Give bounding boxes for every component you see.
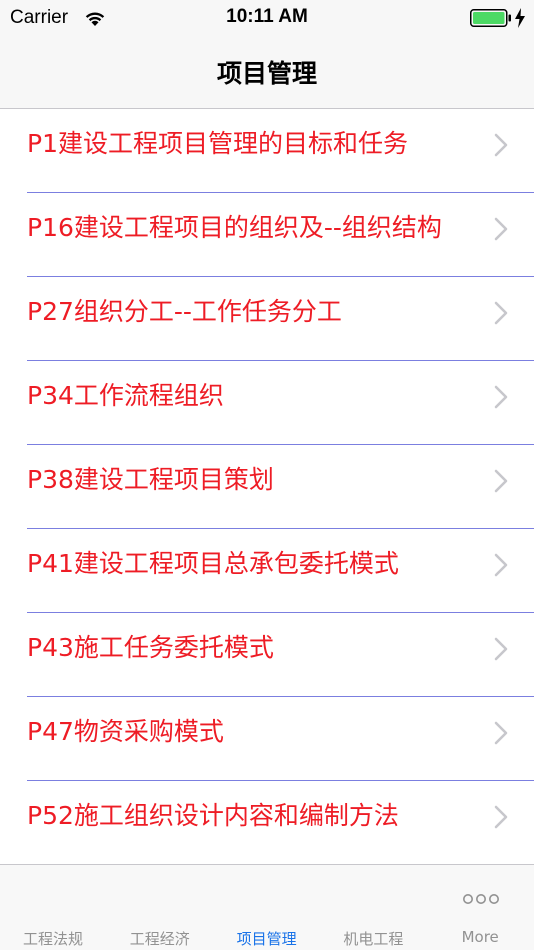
list-item[interactable]: P34工作流程组织 bbox=[27, 361, 534, 445]
tab-1[interactable]: 工程经济 bbox=[107, 865, 213, 950]
list-item-title: P47物资采购模式 bbox=[27, 717, 224, 746]
page-title: 项目管理 bbox=[216, 59, 317, 88]
list-item[interactable]: P43施工任务委托模式 bbox=[27, 613, 534, 697]
list-item[interactable]: P52施工组织设计内容和编制方法 bbox=[27, 781, 534, 864]
tab-bar: 工程法规 工程经济 项目管理 机电工程 More bbox=[0, 864, 534, 950]
tab-label: 工程经济 bbox=[129, 930, 190, 948]
list-item[interactable]: P16建设工程项目的组织及--组织结构 bbox=[27, 193, 534, 277]
chevron-right-icon bbox=[494, 805, 508, 829]
chevron-right-icon bbox=[494, 637, 508, 661]
list-item-title: P16建设工程项目的组织及--组织结构 bbox=[27, 213, 442, 242]
chevron-right-icon bbox=[494, 301, 508, 325]
tab-4[interactable]: More bbox=[427, 865, 533, 950]
chevron-right-icon bbox=[494, 553, 508, 577]
chevron-right-icon bbox=[494, 721, 508, 745]
tab-label: More bbox=[461, 928, 499, 946]
list-item[interactable]: P1建设工程项目管理的目标和任务 bbox=[27, 109, 534, 193]
tab-label: 项目管理 bbox=[236, 930, 297, 948]
list-item-title: P52施工组织设计内容和编制方法 bbox=[27, 801, 399, 830]
more-dots-icon bbox=[463, 894, 500, 904]
list-item[interactable]: P38建设工程项目策划 bbox=[27, 445, 534, 529]
list-item[interactable]: P41建设工程项目总承包委托模式 bbox=[27, 529, 534, 613]
chevron-right-icon bbox=[494, 133, 508, 157]
list-item-title: P43施工任务委托模式 bbox=[27, 633, 274, 662]
list-item[interactable]: P27组织分工--工作任务分工 bbox=[27, 277, 534, 361]
chapter-list: P1建设工程项目管理的目标和任务 P16建设工程项目的组织及--组织结构 P27组织… bbox=[0, 109, 534, 864]
list-item-title: P27组织分工--工作任务分工 bbox=[27, 297, 342, 326]
list-item-title: P1建设工程项目管理的目标和任务 bbox=[27, 129, 408, 158]
chevron-right-icon bbox=[494, 469, 508, 493]
clock: 10:11 AM bbox=[226, 6, 308, 27]
tab-0[interactable]: 工程法规 bbox=[0, 865, 106, 950]
tab-3[interactable]: 机电工程 bbox=[320, 865, 426, 950]
battery-icon bbox=[470, 9, 511, 27]
tab-label: 工程法规 bbox=[22, 930, 83, 948]
charging-icon bbox=[515, 8, 525, 28]
list-item-title: P41建设工程项目总承包委托模式 bbox=[27, 549, 399, 578]
status-bar: Carrier 10:11 AM bbox=[0, 0, 534, 38]
navigation-bar: 项目管理 bbox=[0, 38, 534, 109]
list-item[interactable]: P47物资采购模式 bbox=[27, 697, 534, 781]
tab-2[interactable]: 项目管理 bbox=[214, 865, 320, 950]
tab-label: 机电工程 bbox=[343, 930, 404, 948]
chevron-right-icon bbox=[494, 385, 508, 409]
list-item-title: P38建设工程项目策划 bbox=[27, 465, 274, 494]
screen: Carrier 10:11 AM 项目管理 P1建设工程项目管理的目标和任务 P1… bbox=[0, 0, 534, 950]
list-item-title: P34工作流程组织 bbox=[27, 381, 224, 410]
chevron-right-icon bbox=[494, 217, 508, 241]
